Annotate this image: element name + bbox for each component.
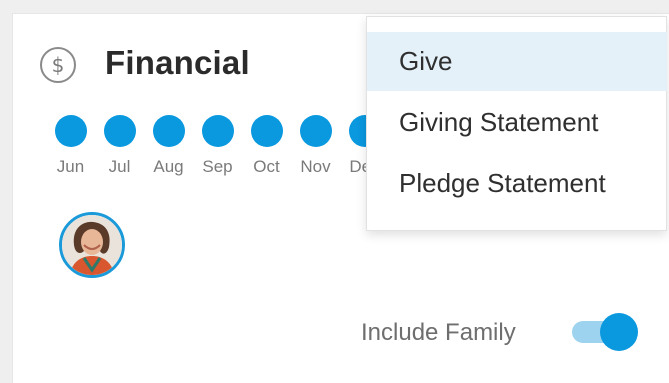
month-dot[interactable]	[152, 115, 185, 147]
card-title: Financial	[105, 44, 250, 81]
month-dot[interactable]	[103, 115, 136, 147]
month-dot[interactable]	[54, 115, 87, 147]
dropdown-menu: Give Giving Statement Pledge Statement	[366, 16, 667, 231]
avatar[interactable]	[59, 212, 125, 278]
month-jun[interactable]: Jun	[46, 115, 95, 177]
dollar-icon: $	[40, 47, 76, 83]
person-photo-icon	[62, 215, 122, 275]
month-dot[interactable]	[299, 115, 332, 147]
month-label: Nov	[300, 157, 331, 176]
toggle-knob[interactable]	[600, 313, 638, 351]
month-label: Aug	[153, 157, 184, 176]
month-oct[interactable]: Oct	[242, 115, 291, 177]
month-nov[interactable]: Nov	[291, 115, 340, 177]
month-label: Sep	[202, 157, 233, 176]
month-dot[interactable]	[250, 115, 283, 147]
month-jul[interactable]: Jul	[95, 115, 144, 177]
month-dot[interactable]	[201, 115, 234, 147]
menu-item-giving-statement[interactable]: Giving Statement	[367, 93, 667, 152]
include-family-label: Include Family	[361, 319, 516, 346]
month-label: Oct	[253, 157, 280, 176]
month-label: Jul	[108, 157, 131, 176]
month-aug[interactable]: Aug	[144, 115, 193, 177]
month-label: Jun	[56, 157, 85, 176]
include-family-toggle[interactable]	[572, 313, 638, 351]
menu-item-pledge-statement[interactable]: Pledge Statement	[367, 154, 667, 213]
month-sep[interactable]: Sep	[193, 115, 242, 177]
month-timeline: Jun Jul Aug Sep Oct Nov Dec	[46, 115, 389, 177]
menu-item-give[interactable]: Give	[367, 32, 667, 91]
